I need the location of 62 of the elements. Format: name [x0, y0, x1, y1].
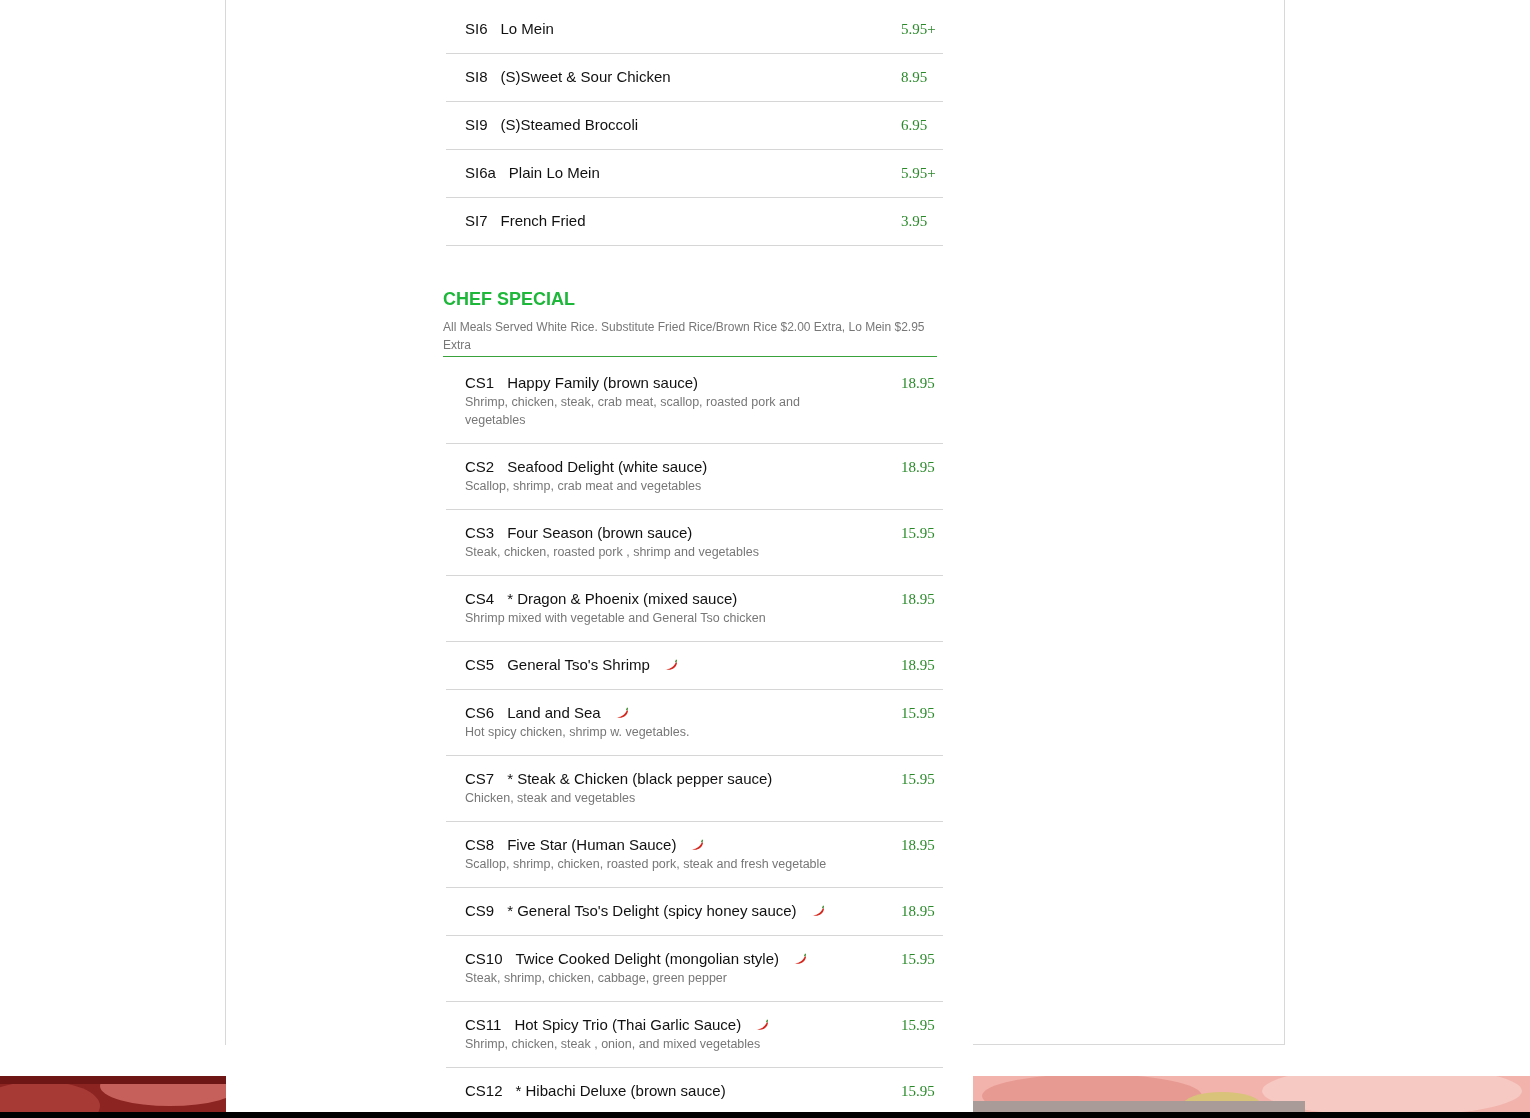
item-name: Seafood Delight (white sauce) — [507, 457, 708, 477]
item-code: SI9 — [465, 115, 488, 135]
item-code: CS6 — [465, 703, 495, 723]
item-price: 18.95 — [901, 836, 935, 855]
item-name: Four Season (brown sauce) — [507, 523, 693, 543]
item-code: SI6 — [465, 19, 488, 39]
item-price: 15.95 — [901, 950, 935, 969]
item-price: 15.95 — [901, 1082, 935, 1101]
item-price: 15.95 — [901, 770, 935, 789]
item-name: Plain Lo Mein — [508, 163, 600, 183]
item-name: General Tso's Shrimp — [507, 655, 650, 675]
item-price: 18.95 — [901, 374, 935, 393]
item-price: 5.95+ — [901, 164, 935, 183]
item-name: Happy Family (brown sauce) — [507, 373, 699, 393]
item-code: CS12 — [465, 1081, 503, 1101]
item-code: CS9 — [465, 901, 495, 921]
item-code: CS10 — [465, 949, 503, 969]
item-code: CS8 — [465, 835, 495, 855]
section-title: CHEF SPECIAL — [443, 288, 576, 310]
item-code: SI6a — [465, 163, 496, 183]
item-description: Shrimp, chicken, steak , onion, and mixed vegetables — [465, 1036, 762, 1053]
item-name: Twice Cooked Delight (mongolian style) — [515, 949, 779, 969]
item-price: 5.95+ — [901, 20, 935, 39]
item-description: Scallop, shrimp, chicken, roasted pork, steak and fresh vegetable — [465, 856, 828, 873]
item-price: 18.95 — [901, 656, 935, 675]
item-description: Shrimp mixed with vegetable and General Tso chicken — [465, 610, 767, 627]
item-description: Steak, shrimp, chicken, cabbage, green pepper — [465, 970, 728, 987]
item-price: 15.95 — [901, 1016, 935, 1035]
section-note: All Meals Served White Rice. Substitute Fried Rice/Brown Rice $2.00 Extra, Lo Mein $2.95 Extra — [443, 318, 937, 357]
item-price: 15.95 — [901, 524, 935, 543]
item-code: SI7 — [465, 211, 488, 231]
item-code: CS7 — [465, 769, 495, 789]
item-description: Steak, chicken, roasted pork , shrimp and vegetables — [465, 544, 760, 561]
item-code: CS5 — [465, 655, 495, 675]
item-price: 18.95 — [901, 590, 935, 609]
item-price: 6.95 — [901, 116, 929, 135]
item-name: French Fried — [500, 211, 586, 231]
item-name: * Steak & Chicken (black pepper sauce) — [507, 769, 773, 789]
item-name: Five Star (Human Sauce) — [507, 835, 677, 855]
item-description: Chicken, steak and vegetables — [465, 790, 637, 807]
item-price: 3.95 — [901, 212, 929, 231]
item-code: CS1 — [465, 373, 495, 393]
item-code: SI8 — [465, 67, 488, 87]
item-name: * Dragon & Phoenix (mixed sauce) — [507, 589, 738, 609]
item-price: 15.95 — [901, 704, 935, 723]
item-name: Lo Mein — [500, 19, 554, 39]
item-code: CS4 — [465, 589, 495, 609]
item-description: Shrimp, chicken, steak, crab meat, scallop, roasted pork and vegetables — [465, 394, 801, 429]
item-price: 18.95 — [901, 902, 935, 921]
item-name: * General Tso's Delight (spicy honey sauce) — [507, 901, 797, 921]
item-code: CS11 — [465, 1015, 502, 1035]
item-name: (S)Sweet & Sour Chicken — [500, 67, 671, 87]
item-price: 8.95 — [901, 68, 929, 87]
item-description: Hot spicy chicken, shrimp w. vegetables. — [465, 724, 691, 741]
item-code: CS3 — [465, 523, 495, 543]
item-name: (S)Steamed Broccoli — [500, 115, 639, 135]
item-code: CS2 — [465, 457, 495, 477]
item-name: * Hibachi Deluxe (brown sauce) — [515, 1081, 726, 1101]
item-name: Hot Spicy Trio (Thai Garlic Sauce) — [514, 1015, 742, 1035]
item-description: Scallop, shrimp, crab meat and vegetables — [465, 478, 703, 495]
item-price: 18.95 — [901, 458, 935, 477]
item-name: Land and Sea — [507, 703, 601, 723]
